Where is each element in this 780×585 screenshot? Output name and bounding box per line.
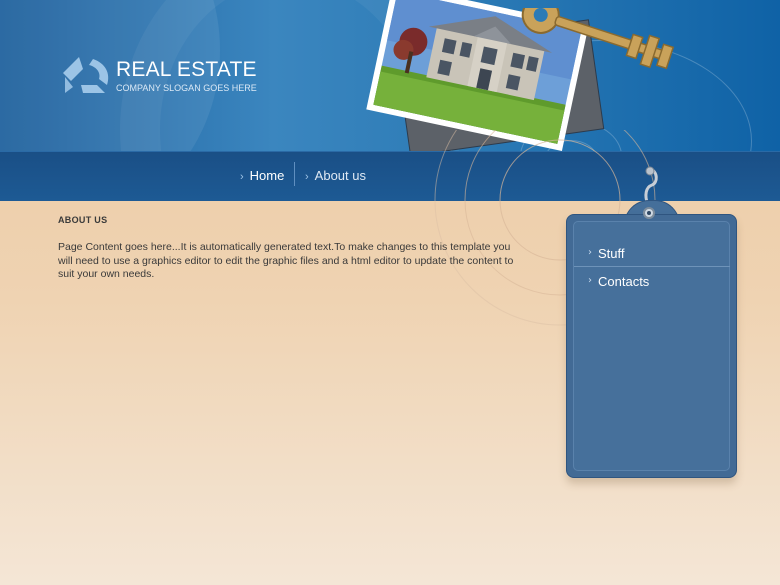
key-icon [521,8,675,70]
header: REAL ESTATE COMPANY SLOGAN GOES HERE [0,0,780,151]
sidebar-divider [574,266,730,267]
nav-divider [294,162,295,186]
chevron-right-icon: › [588,247,592,258]
site-title: REAL ESTATE [116,58,257,81]
page-content-text: Page Content goes here...It is automatic… [58,241,514,280]
nav-item-label: About us [314,168,366,183]
chevron-right-icon: › [240,171,244,183]
sidebar-item-label: Stuff [598,246,625,261]
chevron-right-icon: › [588,275,592,286]
eyelet-icon [643,207,655,219]
logo-mark-icon [63,57,109,93]
sidebar-item-label: Contacts [598,274,650,289]
chevron-right-icon: › [305,171,309,183]
sidebar-item-stuff[interactable]: › Stuff [574,240,730,267]
company-slogan: COMPANY SLOGAN GOES HERE [116,83,257,93]
nav-item-about-us[interactable]: › About us [305,168,366,183]
nav-item-label: Home [249,168,285,183]
nav-item-home[interactable]: › Home [240,168,284,183]
main-navigation [0,151,780,201]
page-heading: ABOUT US [58,215,108,225]
sidebar-item-contacts[interactable]: › Contacts [574,268,730,295]
